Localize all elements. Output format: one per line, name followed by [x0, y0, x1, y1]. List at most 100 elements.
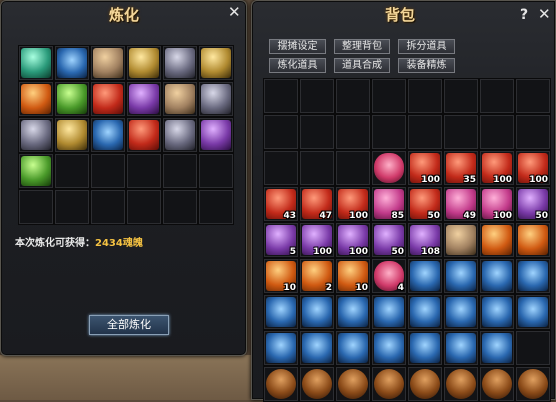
bag-slot[interactable]: [263, 78, 299, 114]
bag-slot[interactable]: [443, 114, 479, 150]
refine-slot[interactable]: [162, 153, 198, 189]
split-item-button[interactable]: 拆分道具: [398, 39, 455, 54]
bag-slot[interactable]: [407, 294, 443, 330]
refine-slot[interactable]: [18, 117, 54, 153]
refine-slot[interactable]: [198, 81, 234, 117]
bag-slot[interactable]: [515, 114, 551, 150]
bag-slot[interactable]: [263, 150, 299, 186]
bag-slot[interactable]: [299, 114, 335, 150]
bag-slot[interactable]: [515, 222, 551, 258]
refine-slot[interactable]: [198, 117, 234, 153]
bag-slot[interactable]: [371, 366, 407, 402]
bag-slot[interactable]: 50: [515, 186, 551, 222]
bag-slot[interactable]: [299, 150, 335, 186]
bag-slot[interactable]: 100: [479, 186, 515, 222]
bag-slot[interactable]: [371, 150, 407, 186]
sort-bag-button[interactable]: 整理背包: [334, 39, 390, 54]
bag-slot[interactable]: 100: [299, 222, 335, 258]
bag-slot[interactable]: [515, 258, 551, 294]
bag-slot[interactable]: [335, 366, 371, 402]
refine-slot[interactable]: [90, 189, 126, 225]
refine-slot[interactable]: [126, 81, 162, 117]
refine-slot[interactable]: [90, 117, 126, 153]
bag-slot[interactable]: [407, 366, 443, 402]
bag-slot[interactable]: [371, 330, 407, 366]
bag-slot[interactable]: [371, 114, 407, 150]
bag-slot[interactable]: [479, 222, 515, 258]
bag-slot[interactable]: 100: [479, 150, 515, 186]
bag-slot[interactable]: 108: [407, 222, 443, 258]
bag-slot[interactable]: 49: [443, 186, 479, 222]
bag-slot[interactable]: [443, 366, 479, 402]
bag-slot[interactable]: 85: [371, 186, 407, 222]
bag-slot[interactable]: [335, 114, 371, 150]
refine-slot[interactable]: [18, 81, 54, 117]
refine-item-button[interactable]: 炼化道具: [269, 58, 326, 73]
bag-slot[interactable]: [443, 294, 479, 330]
bag-slot[interactable]: [515, 78, 551, 114]
bag-slot[interactable]: 100: [407, 150, 443, 186]
bag-slot[interactable]: 100: [335, 222, 371, 258]
bag-slot[interactable]: [479, 330, 515, 366]
bag-slot[interactable]: [299, 330, 335, 366]
bag-slot[interactable]: [479, 294, 515, 330]
refine-slot[interactable]: [198, 189, 234, 225]
bag-slot[interactable]: [407, 330, 443, 366]
bag-slot[interactable]: 10: [335, 258, 371, 294]
bag-slot[interactable]: [263, 294, 299, 330]
bag-slot[interactable]: [443, 330, 479, 366]
bag-slot[interactable]: [479, 114, 515, 150]
refine-slot[interactable]: [162, 117, 198, 153]
bag-slot[interactable]: [515, 294, 551, 330]
refine-all-button[interactable]: 全部炼化: [89, 315, 169, 335]
refine-slot[interactable]: [54, 81, 90, 117]
refine-slot[interactable]: [90, 45, 126, 81]
refine-slot[interactable]: [18, 45, 54, 81]
bag-slot[interactable]: [263, 114, 299, 150]
bag-slot[interactable]: [515, 366, 551, 402]
refine-slot[interactable]: [198, 45, 234, 81]
bag-slot[interactable]: 47: [299, 186, 335, 222]
refine-slot[interactable]: [126, 45, 162, 81]
refine-slot[interactable]: [54, 45, 90, 81]
refine-slot[interactable]: [126, 189, 162, 225]
refine-slot[interactable]: [162, 45, 198, 81]
bag-slot[interactable]: 4: [371, 258, 407, 294]
refine-slot[interactable]: [126, 153, 162, 189]
help-icon[interactable]: ?: [520, 7, 528, 23]
bag-slot[interactable]: 100: [515, 150, 551, 186]
bag-slot[interactable]: [263, 366, 299, 402]
refine-slot[interactable]: [18, 189, 54, 225]
bag-slot[interactable]: [407, 258, 443, 294]
refine-slot[interactable]: [198, 153, 234, 189]
bag-slot[interactable]: [443, 78, 479, 114]
bag-slot[interactable]: [299, 294, 335, 330]
close-icon[interactable]: ✕: [538, 7, 551, 22]
bag-slot[interactable]: [443, 258, 479, 294]
bag-slot[interactable]: [371, 78, 407, 114]
bag-slot[interactable]: [335, 294, 371, 330]
bag-slot[interactable]: 10: [263, 258, 299, 294]
bag-slot[interactable]: 50: [371, 222, 407, 258]
bag-slot[interactable]: [299, 366, 335, 402]
bag-slot[interactable]: [263, 330, 299, 366]
refine-slot[interactable]: [90, 81, 126, 117]
bag-slot[interactable]: [335, 78, 371, 114]
bag-slot[interactable]: [371, 294, 407, 330]
bag-slot[interactable]: [299, 78, 335, 114]
bag-slot[interactable]: [335, 150, 371, 186]
close-icon[interactable]: ✕: [228, 5, 241, 20]
bag-slot[interactable]: [407, 114, 443, 150]
bag-slot[interactable]: [515, 330, 551, 366]
stall-settings-button[interactable]: 摆摊设定: [269, 39, 326, 54]
bag-slot[interactable]: 100: [335, 186, 371, 222]
bag-slot[interactable]: [407, 78, 443, 114]
bag-slot[interactable]: [479, 258, 515, 294]
equip-refine-button[interactable]: 装备精炼: [398, 58, 455, 73]
bag-slot[interactable]: [479, 78, 515, 114]
bag-slot[interactable]: 5: [263, 222, 299, 258]
refine-slot[interactable]: [54, 117, 90, 153]
refine-slot[interactable]: [54, 189, 90, 225]
bag-slot[interactable]: 50: [407, 186, 443, 222]
bag-slot[interactable]: 43: [263, 186, 299, 222]
